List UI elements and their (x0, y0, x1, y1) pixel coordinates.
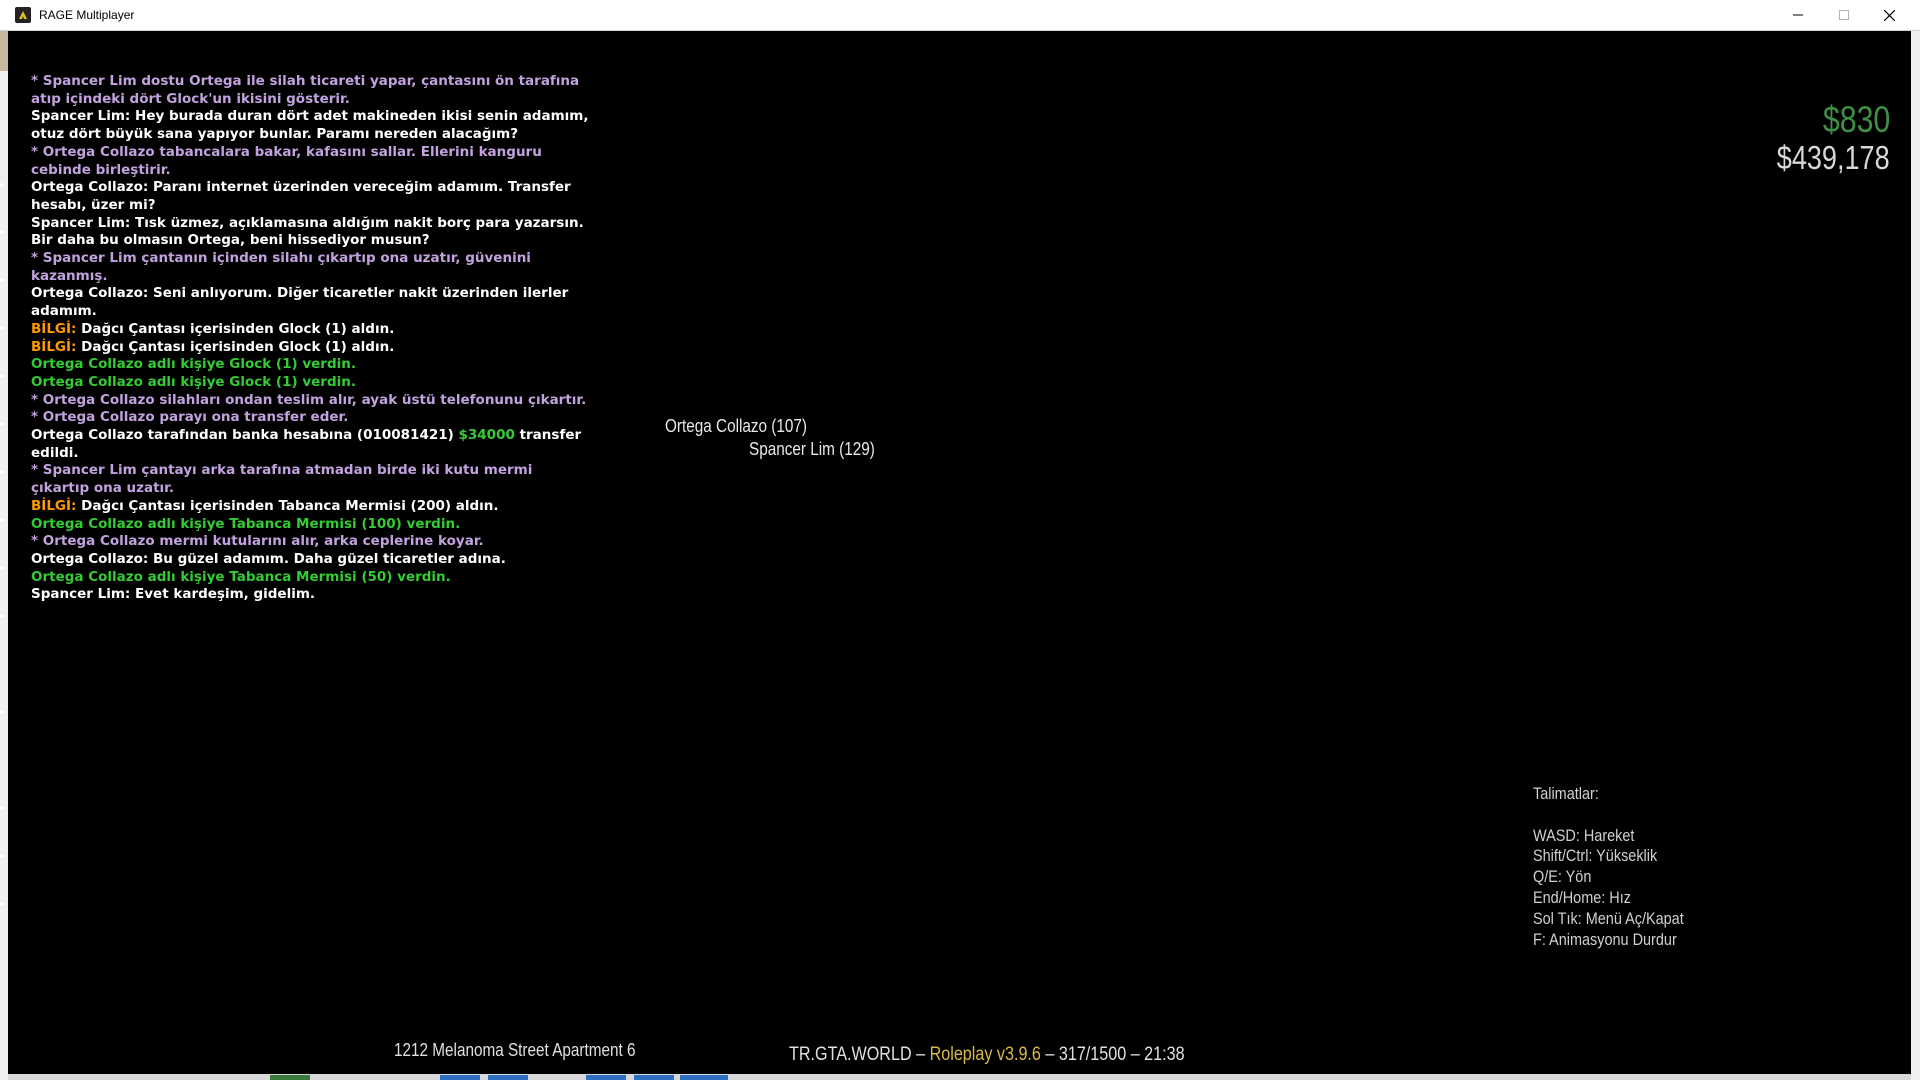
edge-marker (0, 278, 4, 282)
minimize-button[interactable] (1775, 0, 1821, 30)
chat-line: BİLGİ: Dağcı Çantası içerisinden Tabanca… (31, 498, 591, 516)
chat-line: Ortega Collazo adlı kişiye Glock (1) ver… (31, 373, 356, 390)
instruction-item: End/Home: Hız (1533, 887, 1631, 907)
cash-amount: $830 (1822, 99, 1890, 140)
chat-line: Spancer Lim: Hey burada duran dört adet … (31, 108, 589, 143)
chat-line: * Spancer Lim çantayı arka tarafına atma… (31, 462, 533, 497)
close-button[interactable] (1866, 0, 1912, 30)
instruction-item: Sol Tık: Menü Aç/Kapat (1533, 908, 1684, 928)
title-bar[interactable]: RAGE Multiplayer (0, 0, 1920, 31)
instructions-title: Talimatlar: (1533, 784, 1599, 803)
chat-line: Ortega Collazo tarafından banka hesabına… (31, 427, 591, 462)
chat-text: Dağcı Çantası içerisinden Tabanca Mermis… (76, 497, 499, 514)
chat-line: * Ortega Collazo tabancalara bakar, kafa… (31, 143, 542, 178)
edge-marker (0, 806, 4, 810)
chat-line: * Spancer Lim çantanın içinden silahı çı… (31, 250, 531, 284)
edge-marker (0, 518, 4, 522)
chat-log: * Spancer Lim dostu Ortega ile silah tic… (31, 73, 591, 604)
separator: – (1040, 1044, 1059, 1065)
server-time: 21:38 (1144, 1044, 1185, 1065)
taskbar-segment (440, 1075, 480, 1080)
rage-mp-icon (15, 7, 31, 23)
taskbar-segment (634, 1075, 674, 1080)
chat-text: Dağcı Çantası içerisinden Glock (1) aldı… (76, 338, 395, 355)
edge-marker (0, 614, 4, 618)
separator: – (1126, 1044, 1145, 1065)
chat-line: Ortega Collazo: Bu güzel adamım. Daha gü… (31, 550, 506, 567)
left-border-accent (0, 31, 8, 71)
chat-line: Spancer Lim: Tısk üzmez, açıklamasına al… (31, 214, 584, 249)
taskbar-segment (270, 1075, 310, 1080)
edge-marker (0, 854, 4, 858)
info-tag: BİLGİ: (31, 320, 77, 337)
game-window: RAGE Multiplayer * Spancer Lim dostu Ort… (0, 0, 1920, 1080)
minimize-icon (1793, 14, 1803, 16)
chat-line: BİLGİ: Dağcı Çantası içerisinden Glock (… (31, 321, 591, 339)
chat-line: * Spancer Lim dostu Ortega ile silah tic… (31, 73, 580, 107)
instruction-item: F: Animasyonu Durdur (1533, 929, 1677, 949)
chat-line: * Ortega Collazo silahları ondan teslim … (31, 391, 587, 408)
taskbar-segment (586, 1075, 626, 1080)
server-info: TR.GTA.WORLD – Roleplay v3.9.6 – 317/150… (789, 1044, 1185, 1066)
server-version: Roleplay v3.9.6 (929, 1044, 1041, 1065)
chat-line: Ortega Collazo: Seni anlıyorum. Diğer ti… (31, 285, 569, 320)
instruction-item: Q/E: Yön (1533, 867, 1592, 887)
separator: – (911, 1044, 930, 1065)
location-label: 1212 Melanoma Street Apartment 6 (394, 1040, 636, 1060)
chat-line: BİLGİ: Dağcı Çantası içerisinden Glock (… (31, 339, 591, 357)
edge-marker (0, 183, 4, 187)
close-icon (1883, 9, 1895, 21)
transfer-amount: $34000 (458, 427, 515, 444)
right-window-border (1911, 31, 1920, 1080)
edge-marker (0, 422, 4, 426)
server-name: TR.GTA.WORLD (789, 1044, 912, 1065)
chat-line: Ortega Collazo adlı kişiye Tabanca Mermi… (31, 515, 461, 532)
instructions-panel: Talimatlar: WASD: Hareket Shift/Ctrl: Yü… (1533, 784, 1684, 950)
player-nametag-ortega: Ortega Collazo (107) (665, 416, 808, 436)
edge-marker (0, 566, 4, 570)
chat-text: Ortega Collazo tarafından banka hesabına… (31, 427, 459, 444)
left-window-border (0, 31, 8, 1080)
chat-line: Ortega Collazo: Paranı internet üzerinde… (31, 179, 571, 213)
chat-line: Spancer Lim: Evet kardeşim, gidelim. (31, 586, 316, 603)
chat-line: Ortega Collazo adlı kişiye Glock (1) ver… (31, 356, 356, 373)
chat-line: * Ortega Collazo parayı ona transfer ede… (31, 409, 349, 426)
player-count: 317/1500 (1058, 1044, 1127, 1065)
info-tag: BİLGİ: (31, 338, 77, 355)
info-tag: BİLGİ: (31, 497, 77, 514)
chat-line: Ortega Collazo adlı kişiye Tabanca Mermi… (31, 568, 451, 585)
chat-text: Dağcı Çantası içerisinden Glock (1) aldı… (76, 320, 395, 337)
bank-amount: $439,178 (1777, 139, 1890, 176)
taskbar-segment (488, 1075, 528, 1080)
player-nametag-spancer: Spancer Lim (129) (749, 439, 875, 459)
chat-line: * Ortega Collazo mermi kutularını alır, … (31, 533, 484, 550)
instruction-item: Shift/Ctrl: Yükseklik (1533, 846, 1658, 866)
edge-marker (0, 374, 4, 378)
edge-marker (0, 470, 4, 474)
edge-marker (0, 326, 4, 330)
instruction-item: WASD: Hareket (1533, 825, 1635, 845)
edge-marker (0, 230, 4, 234)
maximize-button[interactable] (1821, 0, 1867, 30)
edge-marker (0, 902, 4, 906)
maximize-icon (1839, 10, 1849, 20)
window-title: RAGE Multiplayer (39, 8, 135, 22)
taskbar-segment (680, 1075, 728, 1080)
edge-marker (0, 710, 4, 714)
